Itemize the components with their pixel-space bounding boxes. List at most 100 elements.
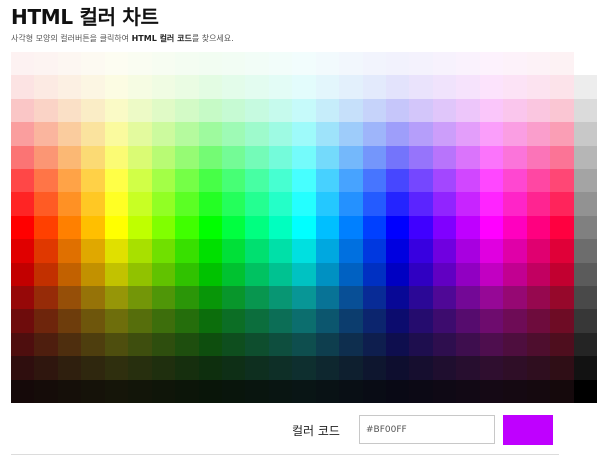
gray-cell[interactable] [573, 75, 597, 99]
color-cell[interactable] [362, 52, 387, 76]
color-cell[interactable] [409, 215, 433, 240]
color-cell[interactable] [81, 309, 105, 333]
color-cell[interactable] [268, 145, 293, 169]
color-cell[interactable] [315, 122, 340, 146]
color-cell[interactable] [11, 52, 35, 76]
color-cell[interactable] [550, 379, 574, 403]
color-cell[interactable] [221, 145, 246, 169]
color-cell[interactable] [104, 332, 129, 357]
color-cell[interactable] [175, 379, 199, 403]
color-cell[interactable] [268, 215, 293, 240]
color-cell[interactable] [479, 262, 504, 286]
color-cell[interactable] [268, 379, 293, 403]
color-cell[interactable] [151, 215, 176, 240]
color-cell[interactable] [221, 192, 246, 216]
color-cell[interactable] [526, 98, 551, 123]
color-cell[interactable] [34, 192, 58, 216]
color-cell[interactable] [81, 75, 105, 99]
color-cell[interactable] [432, 239, 457, 263]
color-cell[interactable] [128, 356, 152, 380]
color-cell[interactable] [409, 285, 433, 310]
color-code-input[interactable] [359, 415, 495, 444]
color-cell[interactable] [339, 192, 363, 216]
color-cell[interactable] [503, 145, 527, 169]
color-cell[interactable] [268, 262, 293, 286]
color-cell[interactable] [503, 192, 527, 216]
color-cell[interactable] [409, 262, 433, 286]
color-cell[interactable] [456, 356, 480, 380]
color-cell[interactable] [362, 122, 387, 146]
color-cell[interactable] [503, 215, 527, 240]
color-cell[interactable] [339, 285, 363, 310]
color-cell[interactable] [221, 122, 246, 146]
color-cell[interactable] [432, 379, 457, 403]
color-cell[interactable] [221, 168, 246, 193]
color-cell[interactable] [503, 98, 527, 123]
color-cell[interactable] [292, 332, 316, 357]
color-cell[interactable] [432, 356, 457, 380]
color-cell[interactable] [104, 145, 129, 169]
color-cell[interactable] [550, 215, 574, 240]
color-cell[interactable] [526, 309, 551, 333]
color-cell[interactable] [268, 192, 293, 216]
color-cell[interactable] [292, 239, 316, 263]
color-cell[interactable] [339, 215, 363, 240]
color-cell[interactable] [503, 262, 527, 286]
color-cell[interactable] [339, 52, 363, 76]
color-cell[interactable] [432, 192, 457, 216]
color-cell[interactable] [175, 356, 199, 380]
color-cell[interactable] [456, 122, 480, 146]
color-cell[interactable] [503, 285, 527, 310]
color-cell[interactable] [268, 309, 293, 333]
color-cell[interactable] [198, 239, 222, 263]
color-cell[interactable] [175, 262, 199, 286]
color-cell[interactable] [34, 262, 58, 286]
color-cell[interactable] [245, 356, 269, 380]
color-cell[interactable] [409, 356, 433, 380]
color-cell[interactable] [362, 239, 387, 263]
color-cell[interactable] [550, 262, 574, 286]
color-cell[interactable] [128, 122, 152, 146]
color-cell[interactable] [409, 239, 433, 263]
color-cell[interactable] [292, 192, 316, 216]
color-cell[interactable] [175, 285, 199, 310]
color-cell[interactable] [104, 239, 129, 263]
gray-cell[interactable] [573, 332, 597, 357]
color-cell[interactable] [362, 215, 387, 240]
color-cell[interactable] [550, 52, 574, 76]
color-cell[interactable] [34, 75, 58, 99]
color-cell[interactable] [81, 239, 105, 263]
color-cell[interactable] [57, 262, 82, 286]
color-cell[interactable] [245, 122, 269, 146]
color-cell[interactable] [456, 98, 480, 123]
color-cell[interactable] [503, 309, 527, 333]
color-cell[interactable] [151, 145, 176, 169]
color-cell[interactable] [479, 356, 504, 380]
gray-cell[interactable] [573, 356, 597, 380]
color-cell[interactable] [128, 285, 152, 310]
color-cell[interactable] [245, 285, 269, 310]
color-cell[interactable] [292, 122, 316, 146]
color-cell[interactable] [34, 122, 58, 146]
color-cell[interactable] [526, 122, 551, 146]
color-cell[interactable] [151, 122, 176, 146]
color-cell[interactable] [128, 168, 152, 193]
color-cell[interactable] [503, 379, 527, 403]
color-cell[interactable] [57, 192, 82, 216]
color-cell[interactable] [386, 309, 410, 333]
color-cell[interactable] [339, 145, 363, 169]
color-cell[interactable] [292, 168, 316, 193]
color-cell[interactable] [198, 356, 222, 380]
color-cell[interactable] [175, 75, 199, 99]
color-cell[interactable] [11, 332, 35, 357]
color-cell[interactable] [151, 356, 176, 380]
color-cell[interactable] [409, 192, 433, 216]
color-cell[interactable] [479, 309, 504, 333]
color-cell[interactable] [526, 379, 551, 403]
color-cell[interactable] [432, 332, 457, 357]
gray-cell[interactable] [573, 239, 597, 263]
color-cell[interactable] [81, 379, 105, 403]
color-cell[interactable] [268, 285, 293, 310]
color-cell[interactable] [175, 192, 199, 216]
color-cell[interactable] [526, 332, 551, 357]
